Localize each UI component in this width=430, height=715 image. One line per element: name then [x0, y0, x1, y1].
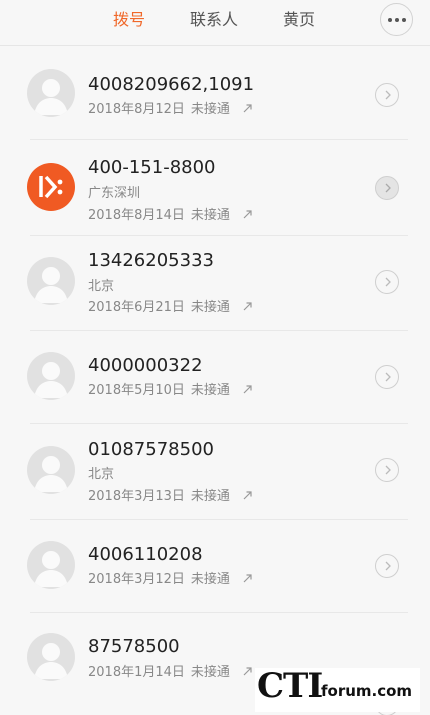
call-meta: 2018年6月21日 未接通 — [88, 296, 230, 315]
call-detail-button[interactable] — [375, 83, 399, 107]
chevron-right-icon — [385, 90, 391, 100]
call-date: 2018年5月10日 — [88, 383, 185, 398]
outgoing-call-icon — [243, 302, 252, 311]
outgoing-call-icon — [243, 104, 252, 113]
tab-dial[interactable]: 拨号 — [113, 8, 145, 32]
call-log-item[interactable]: 400-151-8800 广东深圳 2018年8月14日 未接通 — [0, 140, 430, 236]
watermark-logo: CTI — [257, 668, 323, 706]
default-avatar-icon — [27, 541, 75, 589]
outgoing-call-icon — [243, 385, 252, 394]
phone-number: 13426205333 — [88, 250, 214, 271]
chevron-right-icon — [385, 561, 391, 571]
call-date: 2018年8月12日 — [88, 102, 185, 117]
outgoing-call-icon — [243, 210, 252, 219]
dialer-app: 拨号 联系人 黄页 4008209662,1091 2018年8月12日未接通 — [0, 0, 430, 715]
call-status: 未接通 — [190, 665, 230, 680]
phone-number: 4000000322 — [88, 355, 203, 376]
call-status: 未接通 — [190, 300, 230, 315]
call-detail-button[interactable] — [375, 176, 399, 200]
default-avatar-icon — [27, 446, 75, 494]
brand-logo-avatar-icon — [27, 163, 75, 211]
call-status: 未接通 — [190, 572, 230, 587]
call-detail-button[interactable] — [375, 458, 399, 482]
call-meta: 2018年3月12日 未接通 — [88, 568, 230, 587]
outgoing-call-icon — [243, 574, 252, 583]
phone-number: 4008209662,1091 — [88, 74, 255, 95]
phone-number: 87578500 — [88, 636, 180, 657]
more-icon — [387, 17, 406, 22]
call-date: 2018年3月12日 — [88, 572, 185, 587]
call-date: 2018年8月14日 — [88, 208, 185, 223]
call-meta: 2018年3月13日 未接通 — [88, 485, 230, 504]
tab-contacts[interactable]: 联系人 — [190, 8, 238, 32]
default-avatar-icon — [27, 633, 75, 681]
call-detail-button[interactable] — [375, 365, 399, 389]
phone-number: 400-151-8800 — [88, 157, 216, 178]
call-date: 2018年1月14日 — [88, 665, 185, 680]
chevron-right-icon — [385, 277, 391, 287]
default-avatar-icon — [27, 352, 75, 400]
tab-yellow-pages[interactable]: 黄页 — [283, 8, 315, 32]
call-meta: 2018年1月14日 未接通 — [88, 661, 230, 680]
call-log-item[interactable]: 4000000322 2018年5月10日 未接通 — [0, 331, 430, 424]
chevron-right-icon — [385, 183, 391, 193]
call-date: 2018年6月21日 — [88, 300, 185, 315]
default-avatar-icon — [27, 257, 75, 305]
phone-number: 4006110208 — [88, 544, 203, 565]
call-log-item[interactable]: 01087578500 北京 2018年3月13日 未接通 — [0, 424, 430, 520]
call-log-item[interactable]: 4006110208 2018年3月12日 未接通 — [0, 520, 430, 613]
call-location: 北京 — [88, 279, 115, 294]
call-status: 未接通 — [190, 102, 230, 117]
top-tab-bar: 拨号 联系人 黄页 — [0, 0, 430, 40]
phone-number: 01087578500 — [88, 439, 214, 460]
call-location: 广东深圳 — [88, 186, 141, 201]
call-log-item[interactable]: 4008209662,1091 2018年8月12日 未接通 — [0, 46, 430, 140]
more-button[interactable] — [380, 3, 413, 36]
call-status: 未接通 — [190, 489, 230, 504]
outgoing-call-icon — [243, 491, 252, 500]
call-date: 2018年3月13日 — [88, 489, 185, 504]
watermark: CTI forum.com — [255, 668, 420, 712]
call-location: 北京 — [88, 467, 115, 482]
watermark-domain: forum.com — [321, 682, 413, 700]
call-status: 未接通 — [190, 208, 230, 223]
chevron-right-icon — [385, 372, 391, 382]
chevron-right-icon — [385, 465, 391, 475]
call-status: 未接通 — [190, 383, 230, 398]
call-meta: 2018年5月10日 未接通 — [88, 379, 230, 398]
call-log-item[interactable]: 13426205333 北京 2018年6月21日 未接通 — [0, 236, 430, 331]
call-meta: 2018年8月14日 未接通 — [88, 204, 230, 223]
call-detail-button[interactable] — [375, 270, 399, 294]
outgoing-call-icon — [243, 667, 252, 676]
call-detail-button[interactable] — [375, 554, 399, 578]
call-meta: 2018年8月12日 未接通 — [88, 98, 230, 117]
default-avatar-icon — [27, 69, 75, 117]
